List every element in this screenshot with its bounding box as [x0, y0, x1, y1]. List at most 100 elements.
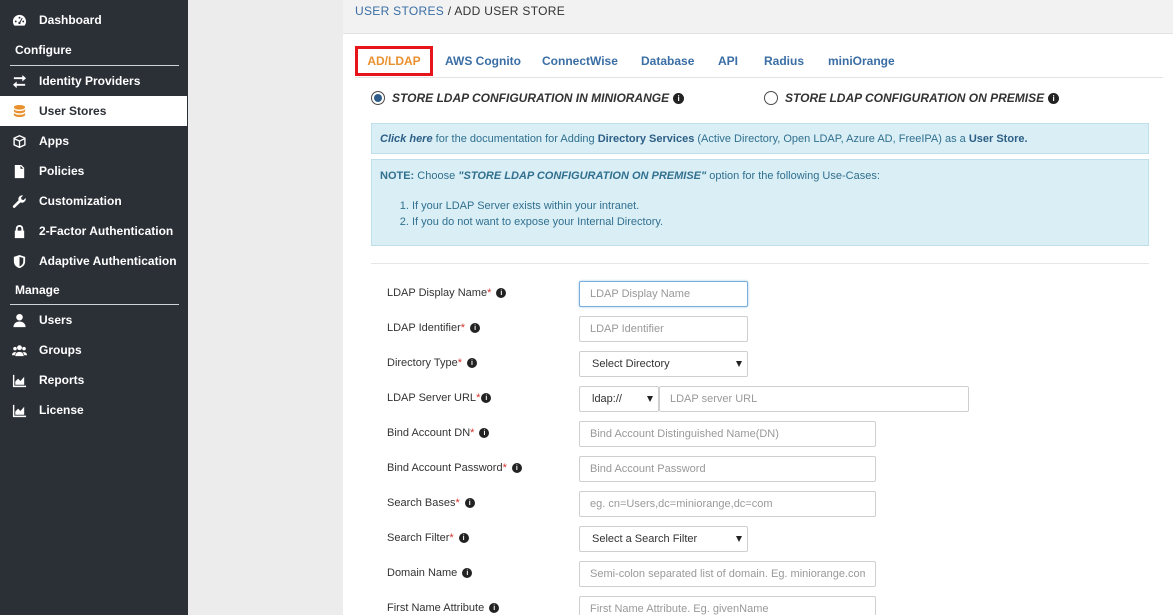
tab-miniorange[interactable]: miniOrange	[828, 54, 895, 68]
info-icon[interactable]: i	[458, 533, 469, 544]
list-item: If you do not want to expose your Intern…	[412, 214, 1140, 230]
caret-down-icon	[736, 536, 742, 542]
alert-strong: User Store.	[968, 133, 1028, 145]
breadcrumb-separator: /	[444, 4, 455, 18]
note-text: option for the following Use-Cases:	[706, 170, 880, 182]
select-value: Select a Search Filter	[592, 533, 698, 545]
dashboard-icon	[11, 12, 27, 28]
sidebar-section-configure: Configure	[15, 43, 72, 57]
list-item: If your LDAP Server exists within your i…	[412, 198, 1140, 214]
sidebar-item-identity-providers[interactable]: Identity Providers	[0, 66, 188, 96]
field-label: LDAP Server URL* i	[387, 392, 492, 404]
info-icon[interactable]: i	[481, 393, 492, 404]
alert-strong: Directory Services	[597, 133, 695, 145]
sidebar-item-2fa[interactable]: 2-Factor Authentication	[0, 216, 188, 246]
info-icon[interactable]: i	[673, 92, 685, 104]
note-heading: NOTE: Choose "STORE LDAP CONFIGURATION O…	[380, 170, 1140, 182]
field-label: First Name Attribute i	[387, 602, 500, 614]
directory-type-select[interactable]: Select Directory	[579, 351, 748, 377]
sidebar-item-customization[interactable]: Customization	[0, 186, 188, 216]
sidebar-item-user-stores[interactable]: User Stores	[0, 96, 187, 126]
domain-name-input[interactable]	[579, 561, 876, 587]
breadcrumb: USER STORES / ADD USER STORE	[355, 4, 565, 18]
field-label: Domain Name i	[387, 567, 473, 579]
alert-text: (Active Directory, Open LDAP, Azure AD, …	[694, 133, 969, 145]
info-icon[interactable]: i	[489, 603, 500, 614]
area-chart-icon	[11, 372, 27, 388]
tab-ad-ldap[interactable]: AD/LDAP	[355, 46, 433, 76]
sidebar-item-reports[interactable]: Reports	[0, 365, 188, 395]
info-icon[interactable]: i	[479, 428, 490, 439]
area-chart-icon	[11, 402, 27, 418]
sidebar-item-license[interactable]: License	[0, 395, 188, 425]
note-list: If your LDAP Server exists within your i…	[412, 198, 1140, 230]
caret-down-icon	[736, 361, 742, 367]
radio-button-selected[interactable]	[371, 91, 385, 105]
breadcrumb-current: ADD USER STORE	[454, 4, 566, 18]
field-label: Bind Account Password* i	[387, 462, 522, 474]
sidebar-item-adaptive-auth[interactable]: Adaptive Authentication	[0, 246, 188, 276]
search-bases-input[interactable]	[579, 491, 876, 517]
documentation-alert: Click here for the documentation for Add…	[371, 123, 1149, 154]
shield-icon	[11, 253, 27, 269]
first-name-attribute-input[interactable]	[579, 596, 876, 615]
ldap-identifier-input[interactable]	[579, 316, 748, 342]
alert-text: for the documentation for Adding	[432, 133, 598, 145]
form-divider	[371, 263, 1149, 264]
note-label: NOTE:	[380, 170, 415, 182]
note-quote: "STORE LDAP CONFIGURATION ON PREMISE"	[458, 170, 707, 182]
radio-store-on-premise[interactable]: STORE LDAP CONFIGURATION ON PREMISE i	[764, 91, 1060, 105]
form-row-domain-name: Domain Name i	[387, 561, 1087, 587]
radio-button[interactable]	[764, 91, 778, 105]
sidebar-item-label: License	[39, 403, 84, 417]
click-here-link[interactable]: Click here	[380, 133, 433, 145]
ldap-server-url-input[interactable]	[659, 386, 969, 412]
form-row-bind-password: Bind Account Password* i	[387, 456, 1087, 482]
info-icon[interactable]: i	[470, 323, 481, 334]
sidebar-item-label: User Stores	[39, 104, 107, 118]
tab-api[interactable]: API	[718, 54, 738, 68]
bind-account-dn-input[interactable]	[579, 421, 876, 447]
sidebar-item-label: Groups	[39, 343, 82, 357]
sidebar-item-apps[interactable]: Apps	[0, 126, 188, 156]
cube-icon	[11, 133, 27, 149]
select-value: Select Directory	[592, 358, 670, 370]
tab-database[interactable]: Database	[641, 54, 694, 68]
tab-radius[interactable]: Radius	[764, 54, 804, 68]
select-value: ldap://	[592, 393, 622, 405]
sidebar-item-dashboard[interactable]: Dashboard	[0, 5, 188, 35]
form-row-identifier: LDAP Identifier* i	[387, 316, 1087, 342]
sidebar-item-users[interactable]: Users	[0, 305, 188, 335]
info-icon[interactable]: i	[496, 288, 507, 299]
caret-down-icon	[647, 396, 653, 402]
field-label: Search Filter* i	[387, 532, 469, 544]
sidebar-item-label: Adaptive Authentication	[39, 254, 177, 268]
info-icon[interactable]: i	[511, 463, 522, 474]
bind-account-password-input[interactable]	[579, 456, 876, 482]
radio-label: STORE LDAP CONFIGURATION ON PREMISE	[785, 91, 1045, 105]
tab-connectwise[interactable]: ConnectWise	[542, 54, 618, 68]
note-alert: NOTE: Choose "STORE LDAP CONFIGURATION O…	[371, 159, 1149, 246]
info-icon[interactable]: i	[1048, 92, 1060, 104]
sidebar-item-label: Dashboard	[39, 13, 102, 27]
form-row-first-name-attribute: First Name Attribute i	[387, 596, 1087, 615]
radio-store-in-miniorange[interactable]: STORE LDAP CONFIGURATION IN MINIORANGE i	[371, 91, 685, 105]
sidebar-item-label: Reports	[39, 373, 85, 387]
protocol-select[interactable]: ldap://	[579, 386, 659, 412]
sidebar-item-label: Identity Providers	[39, 74, 141, 88]
tab-aws-cognito[interactable]: AWS Cognito	[445, 54, 521, 68]
info-icon[interactable]: i	[462, 568, 473, 579]
form-row-directory-type: Directory Type* i Select Directory	[387, 351, 1087, 377]
sidebar-item-policies[interactable]: Policies	[0, 156, 188, 186]
group-icon	[11, 342, 27, 358]
search-filter-select[interactable]: Select a Search Filter	[579, 526, 748, 552]
info-icon[interactable]: i	[467, 358, 477, 369]
field-label: Search Bases* i	[387, 497, 475, 509]
wrench-icon	[11, 193, 27, 209]
sidebar-item-groups[interactable]: Groups	[0, 335, 188, 365]
lock-icon	[11, 223, 27, 239]
info-icon[interactable]: i	[464, 498, 475, 509]
ldap-display-name-input[interactable]	[579, 281, 748, 307]
form-row-bind-dn: Bind Account DN* i	[387, 421, 1087, 447]
breadcrumb-user-stores-link[interactable]: USER STORES	[355, 4, 444, 18]
